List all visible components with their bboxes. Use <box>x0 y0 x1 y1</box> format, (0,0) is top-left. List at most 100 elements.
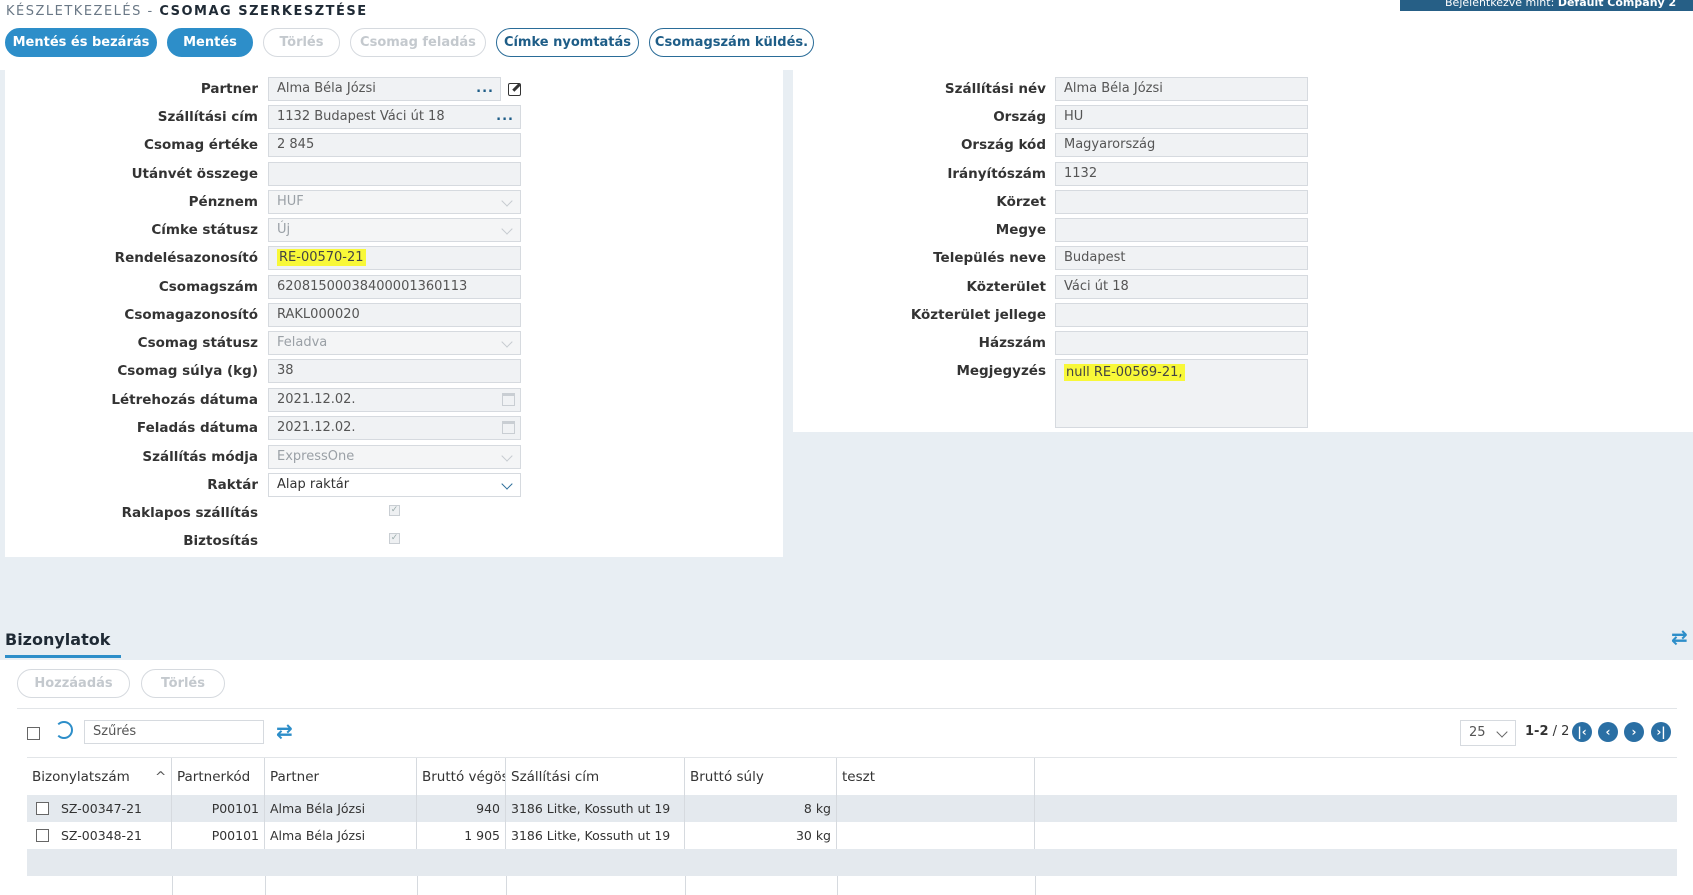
house-number-field[interactable] <box>1055 331 1308 355</box>
order-id-field[interactable]: RE-00570-21 <box>268 246 521 270</box>
partner-field[interactable]: Alma Béla Józsi... <box>268 77 501 101</box>
currency-label: Pénznem <box>188 194 258 210</box>
swap-icon[interactable]: ⇄ <box>1671 625 1688 649</box>
shipping-address-field[interactable]: 1132 Budapest Váci út 18... <box>268 105 521 129</box>
street-type-field[interactable] <box>1055 303 1308 327</box>
partner-value: Alma Béla Józsi <box>277 81 376 96</box>
label-status-value: Új <box>277 222 291 237</box>
package-number-field[interactable]: 62081500038400001360113 <box>268 275 521 299</box>
next-page-icon[interactable]: › <box>1624 722 1644 742</box>
county-field[interactable] <box>1055 218 1308 242</box>
delete-button[interactable]: Törlés <box>263 28 340 57</box>
calendar-icon[interactable] <box>502 421 515 434</box>
col-header[interactable]: Partnerkód <box>172 758 265 796</box>
tab-documents[interactable]: Bizonylatok <box>5 630 110 649</box>
country-field[interactable]: HU <box>1055 105 1308 129</box>
last-page-icon[interactable]: ›| <box>1651 722 1671 742</box>
cod-amount-label: Utánvét összege <box>131 166 258 182</box>
created-date-label: Létrehozás dátuma <box>111 392 258 408</box>
package-status-select[interactable]: Feladva <box>268 331 521 355</box>
print-label-button[interactable]: Címke nyomtatás <box>496 28 639 57</box>
shipping-method-select[interactable]: ExpressOne <box>268 445 521 469</box>
save-button[interactable]: Mentés <box>167 28 253 57</box>
filter-input[interactable]: Szűrés <box>84 720 264 744</box>
first-page-icon[interactable]: |‹ <box>1572 722 1592 742</box>
col-header-label: Bizonylatszám <box>32 769 130 785</box>
house-number-label: Házszám <box>978 335 1046 351</box>
pallet-shipping-label: Raklapos szállítás <box>121 505 258 521</box>
documents-delete-button[interactable]: Törlés <box>141 669 225 698</box>
package-weight-field[interactable]: 38 <box>268 359 521 383</box>
currency-select[interactable]: HUF <box>268 190 521 214</box>
pallet-shipping-checkbox[interactable]: ✓ <box>389 505 400 516</box>
calendar-icon[interactable] <box>502 393 515 406</box>
page-title: CSOMAG SZERKESZTÉSE <box>159 4 368 19</box>
package-weight-label: Csomag súlya (kg) <box>117 363 258 379</box>
col-header[interactable]: Szállítási cím <box>506 758 685 796</box>
dispatch-date-label: Feladás dátuma <box>136 420 258 436</box>
add-button[interactable]: Hozzáadás <box>17 669 130 698</box>
edit-icon[interactable] <box>508 83 521 96</box>
login-prefix: Bejelentkezve mint: <box>1445 0 1555 9</box>
login-company: Default Company 2 <box>1557 0 1677 9</box>
package-status-label: Csomag státusz <box>137 335 258 351</box>
street-type-label: Közterület jellege <box>910 307 1046 323</box>
chevron-down-icon <box>1496 726 1508 738</box>
street-field[interactable]: Váci út 18 <box>1055 275 1308 299</box>
city-field[interactable]: Budapest <box>1055 246 1308 270</box>
col-header[interactable]: Bruttó súly <box>685 758 837 796</box>
page-size-value: 25 <box>1469 725 1486 740</box>
breadcrumb-section[interactable]: KÉSZLETKEZELÉS - <box>6 4 154 19</box>
table-row-empty <box>27 849 1677 876</box>
col-header[interactable]: Partner <box>265 758 417 796</box>
select-all-checkbox[interactable] <box>27 727 40 740</box>
col-header[interactable]: teszt <box>837 758 1035 796</box>
warehouse-select[interactable]: Alap raktár <box>268 473 521 497</box>
refresh-icon[interactable] <box>55 721 73 739</box>
cod-amount-field[interactable] <box>268 162 521 186</box>
chevron-down-icon <box>501 336 513 348</box>
save-close-button[interactable]: Mentés és bezárás <box>5 28 157 57</box>
columns-swap-icon[interactable]: ⇄ <box>276 719 293 743</box>
dispatch-date-field[interactable]: 2021.12.02. <box>268 416 521 440</box>
label-status-select[interactable]: Új <box>268 218 521 242</box>
package-value-field[interactable]: 2 845 <box>268 133 521 157</box>
country-code-field[interactable]: Magyarország <box>1055 133 1308 157</box>
col-header[interactable]: Bruttó végös <box>417 758 506 796</box>
country-code-label: Ország kód <box>960 137 1046 153</box>
column-line <box>265 876 266 895</box>
table-row[interactable]: SZ-00348-21 P00101 Alma Béla Józsi 1 905… <box>27 822 1677 849</box>
send-number-button[interactable]: Csomagszám küldés. <box>649 28 814 57</box>
cell-test <box>837 822 1035 849</box>
cell-gross-weight: 30 kg <box>685 822 837 849</box>
created-date-field[interactable]: 2021.12.02. <box>268 388 521 412</box>
page-range: 1-2 <box>1525 724 1549 739</box>
column-line <box>506 876 507 895</box>
page-size-select[interactable]: 25 <box>1460 720 1516 746</box>
table-row[interactable]: SZ-00347-21 P00101 Alma Béla Józsi 940 3… <box>27 795 1677 822</box>
row-checkbox[interactable] <box>36 802 49 815</box>
login-info: Bejelentkezve mint: Default Company 2 <box>1400 0 1693 11</box>
partner-label: Partner <box>200 81 258 97</box>
cell-partner-code: P00101 <box>172 822 265 849</box>
order-id-label: Rendelésazonosító <box>114 250 258 266</box>
shipping-name-field[interactable]: Alma Béla Józsi <box>1055 77 1308 101</box>
package-id-field[interactable]: RAKL000020 <box>268 303 521 327</box>
dispatch-button[interactable]: Csomag feladás <box>350 28 486 57</box>
divider <box>17 708 1677 709</box>
column-line <box>837 876 838 895</box>
district-field[interactable] <box>1055 190 1308 214</box>
row-checkbox[interactable] <box>36 829 49 842</box>
tab-underline <box>5 655 121 658</box>
address-lookup-icon[interactable]: ... <box>496 106 514 128</box>
zip-field[interactable]: 1132 <box>1055 162 1308 186</box>
column-line <box>172 876 173 895</box>
note-textarea[interactable]: null RE-00569-21, <box>1055 359 1308 428</box>
col-header[interactable]: Bizonylatszám ^ <box>27 758 172 796</box>
insurance-checkbox[interactable]: ✓ <box>389 533 400 544</box>
prev-page-icon[interactable]: ‹ <box>1598 722 1618 742</box>
district-label: Körzet <box>996 194 1046 210</box>
documents-tabbar: Bizonylatok ⇄ <box>0 620 1693 660</box>
package-number-label: Csomagszám <box>158 279 258 295</box>
partner-lookup-icon[interactable]: ... <box>476 78 494 100</box>
